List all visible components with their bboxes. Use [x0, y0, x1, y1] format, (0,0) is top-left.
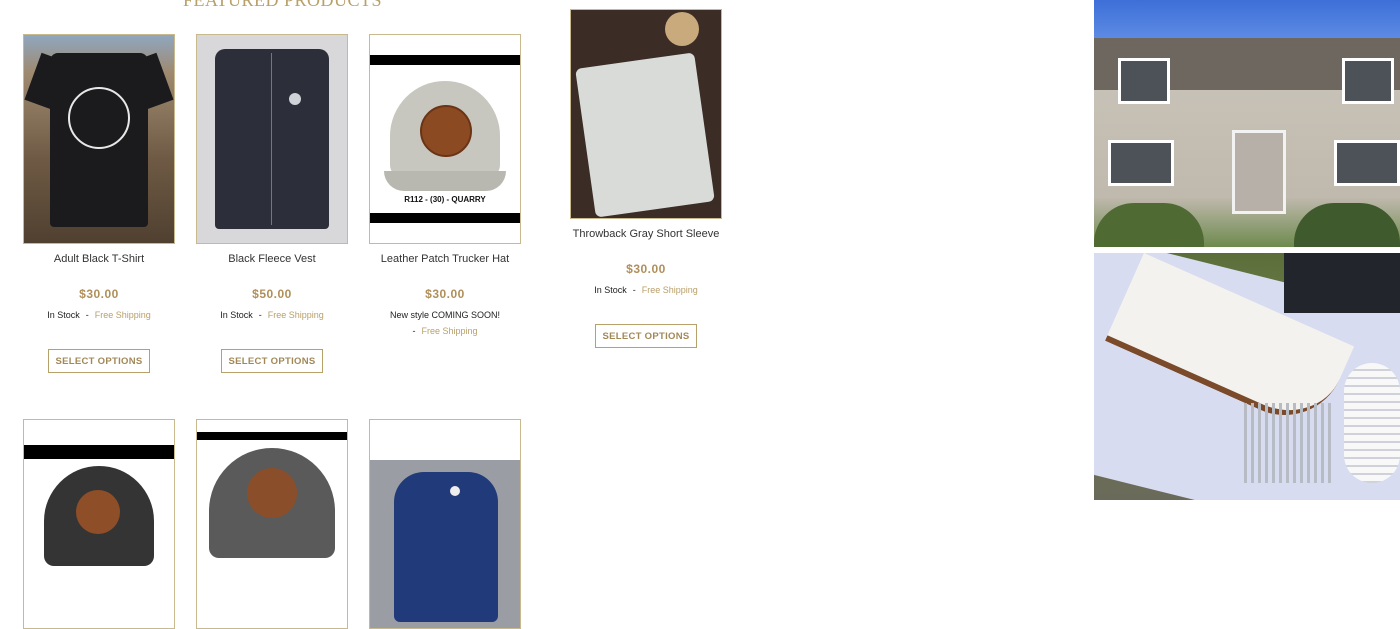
product-name[interactable]: Throwback Gray Short Sleeve: [569, 227, 723, 241]
stock-label: In Stock: [220, 310, 253, 320]
separator: -: [632, 285, 636, 295]
stock-status: In Stock - Free Shipping: [22, 310, 176, 320]
select-options-button[interactable]: SELECT OPTIONS: [595, 324, 697, 348]
brand-logo-icon: [68, 87, 130, 149]
stock-status: - Free Shipping: [368, 326, 522, 336]
shipping-label: Free Shipping: [641, 285, 698, 295]
product-price: $30.00: [79, 287, 119, 301]
select-options-button[interactable]: SELECT OPTIONS: [48, 349, 150, 373]
product-image[interactable]: [23, 419, 175, 629]
shipping-label: Free Shipping: [421, 326, 478, 336]
stock-status: In Stock - Free Shipping: [195, 310, 349, 320]
product-name[interactable]: Leather Patch Trucker Hat: [368, 252, 522, 266]
rope-knot-icon: [665, 12, 699, 46]
product-price: $30.00: [626, 262, 666, 276]
product-image[interactable]: [196, 34, 348, 244]
product-card: [195, 419, 349, 629]
product-card: Throwback Gray Short Sleeve $30.00 In St…: [569, 9, 723, 348]
product-card: [368, 419, 522, 629]
product-note: New style COMING SOON!: [389, 310, 500, 320]
select-options-button[interactable]: SELECT OPTIONS: [221, 349, 323, 373]
stock-label: In Stock: [47, 310, 80, 320]
shipping-label: Free Shipping: [267, 310, 324, 320]
leather-patch-icon: [76, 490, 120, 534]
product-image[interactable]: R112 - (30) - QUARRY: [369, 34, 521, 244]
product-image[interactable]: [23, 34, 175, 244]
stock-label: In Stock: [594, 285, 627, 295]
product-image[interactable]: [196, 419, 348, 629]
brand-logo-icon: [450, 486, 460, 496]
product-name[interactable]: Adult Black T-Shirt: [22, 252, 176, 266]
stock-status: In Stock - Free Shipping: [569, 285, 723, 295]
section-title: FEATURED PRODUCTS: [183, 0, 383, 10]
hat-label: R112 - (30) - QUARRY: [404, 195, 486, 204]
separator: -: [412, 326, 416, 336]
shipping-label: Free Shipping: [94, 310, 151, 320]
product-price: $30.00: [425, 287, 465, 301]
separator: -: [258, 310, 262, 320]
brand-logo-icon: [289, 93, 301, 105]
product-name[interactable]: Black Fleece Vest: [195, 252, 349, 266]
product-card: [22, 419, 176, 629]
leather-patch-icon: [420, 105, 472, 157]
separator: -: [85, 310, 89, 320]
catering-photo: [1094, 253, 1400, 500]
product-image[interactable]: [369, 419, 521, 629]
product-price: $50.00: [252, 287, 292, 301]
product-card: Adult Black T-Shirt $30.00 In Stock - Free…: [22, 34, 176, 373]
product-card: R112 - (30) - QUARRY Leather Patch Truck…: [368, 34, 522, 336]
product-card: Black Fleece Vest $50.00 In Stock - Free S…: [195, 34, 349, 373]
product-image[interactable]: [570, 9, 722, 219]
house-photo: [1094, 0, 1400, 247]
leather-patch-icon: [247, 468, 297, 518]
